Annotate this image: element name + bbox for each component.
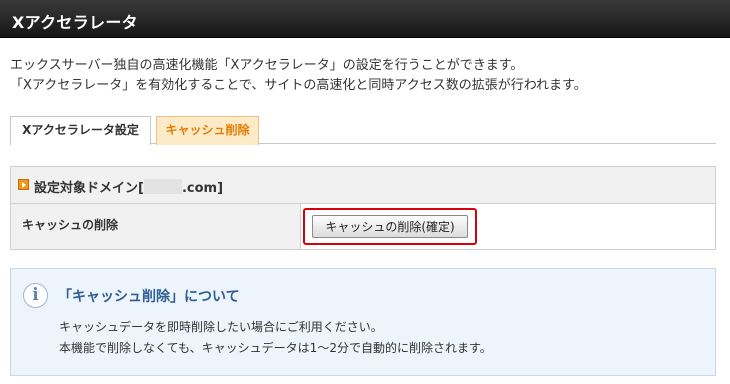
description-line-2: 「Xアクセラレータ」を有効化することで、サイトの高速化と同時アクセス数の拡張が行… bbox=[10, 78, 587, 93]
info-icon: i bbox=[23, 283, 48, 308]
tab-bar: Xアクセラレータ設定 キャッシュ削除 bbox=[10, 116, 716, 145]
domain-redaction bbox=[143, 179, 182, 194]
info-title: 「キャッシュ削除」について bbox=[58, 289, 240, 305]
info-panel: i 「キャッシュ削除」について キャッシュデータを即時削除したい場合にご利用くだ… bbox=[10, 268, 716, 376]
cache-delete-label: キャッシュの削除 bbox=[22, 218, 119, 232]
target-domain: 設定対象ドメイン[ .com] bbox=[34, 177, 223, 196]
cache-delete-row: キャッシュの削除 キャッシュの削除(確定) bbox=[11, 204, 715, 249]
info-line-2: 本機能で削除しなくても、キャッシュデータは1～2分で自動的に削除されます。 bbox=[59, 341, 492, 355]
settings-table: 設定対象ドメイン[ .com] キャッシュの削除 キャッシュの削除(確定) bbox=[10, 166, 716, 250]
tab-cache-delete[interactable]: キャッシュ削除 bbox=[156, 116, 259, 145]
cache-label-cell: キャッシュの削除 bbox=[11, 204, 301, 249]
description-line-1: エックスサーバー独自の高速化機能「Xアクセラレータ」の設定を行うことができます。 bbox=[10, 58, 524, 73]
target-domain-suffix: .com] bbox=[181, 181, 224, 196]
target-domain-label: 設定対象ドメイン[ bbox=[34, 181, 144, 196]
page-description: エックスサーバー独自の高速化機能「Xアクセラレータ」の設定を行うことができます。… bbox=[10, 56, 722, 96]
tab-xaccelerator-settings[interactable]: Xアクセラレータ設定 bbox=[10, 116, 151, 145]
domain-row: 設定対象ドメイン[ .com] bbox=[11, 167, 715, 204]
info-body: キャッシュデータを即時削除したい場合にご利用ください。 本機能で削除しなくても、… bbox=[59, 317, 492, 359]
page-header: Xアクセラレータ bbox=[0, 0, 730, 38]
clear-cache-confirm-button[interactable]: キャッシュの削除(確定) bbox=[312, 215, 468, 238]
info-line-1: キャッシュデータを即時削除したい場合にご利用ください。 bbox=[59, 320, 383, 334]
page-title: Xアクセラレータ bbox=[12, 13, 138, 32]
button-highlight-frame: キャッシュの削除(確定) bbox=[303, 208, 477, 245]
arrow-right-icon bbox=[18, 179, 29, 190]
